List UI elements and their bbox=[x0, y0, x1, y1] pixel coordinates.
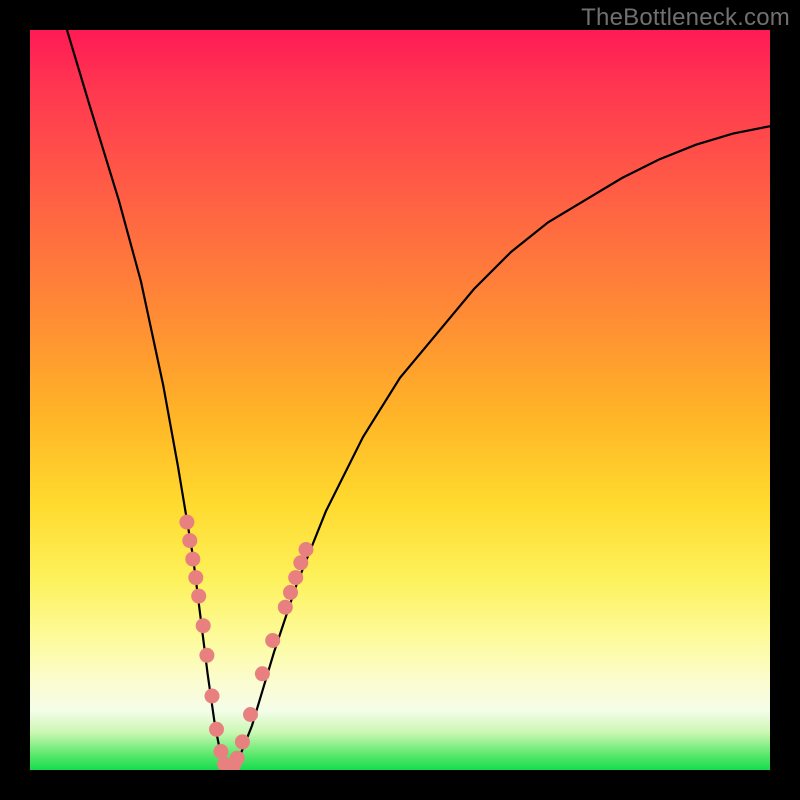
curve-marker bbox=[283, 585, 298, 600]
curve-layer bbox=[30, 30, 770, 770]
curve-marker bbox=[243, 707, 258, 722]
curve-marker bbox=[205, 689, 220, 704]
curve-marker bbox=[185, 552, 200, 567]
curve-marker bbox=[213, 744, 228, 759]
curve-marker bbox=[199, 648, 214, 663]
curve-marker bbox=[182, 533, 197, 548]
curve-markers bbox=[179, 515, 313, 770]
curve-marker bbox=[230, 751, 245, 766]
curve-marker bbox=[188, 570, 203, 585]
chart-frame: TheBottleneck.com bbox=[0, 0, 800, 800]
watermark-text: TheBottleneck.com bbox=[581, 4, 790, 32]
curve-marker bbox=[209, 722, 224, 737]
curve-marker bbox=[179, 515, 194, 530]
curve-marker bbox=[299, 542, 314, 557]
curve-marker bbox=[191, 589, 206, 604]
curve-marker bbox=[255, 666, 270, 681]
curve-marker bbox=[196, 618, 211, 633]
curve-marker bbox=[235, 734, 250, 749]
curve-marker bbox=[278, 600, 293, 615]
curve-marker bbox=[293, 555, 308, 570]
curve-marker bbox=[265, 633, 280, 648]
curve-marker bbox=[288, 570, 303, 585]
bottleneck-curve bbox=[67, 30, 770, 770]
plot-area bbox=[30, 30, 770, 770]
